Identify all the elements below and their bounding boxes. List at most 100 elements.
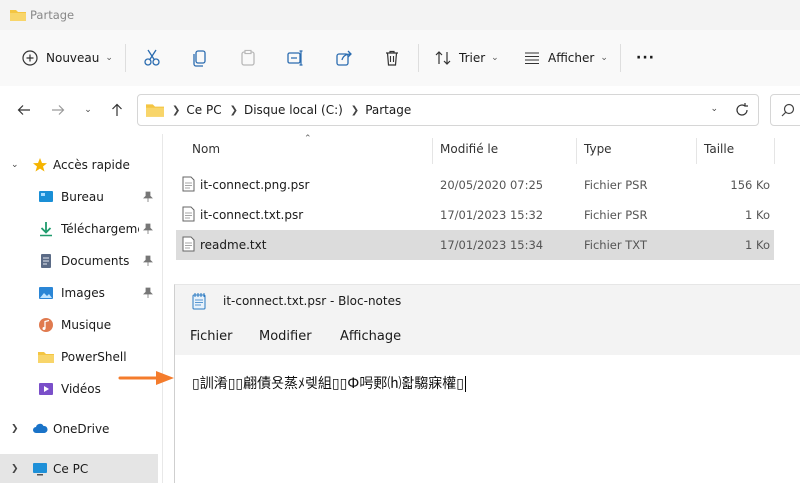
search-input[interactable]: [770, 94, 800, 126]
file-type: Fichier TXT: [584, 238, 647, 252]
table-row[interactable]: it-connect.png.psr 20/05/2020 07:25 Fich…: [176, 170, 774, 200]
pin-icon: [143, 255, 153, 266]
chevron-down-icon: ⌄: [600, 53, 608, 63]
sidebar-divider: [162, 134, 163, 483]
sidebar-item-label: Bureau: [61, 190, 104, 204]
notepad-icon: [192, 293, 206, 310]
file-name: it-connect.png.psr: [200, 178, 310, 192]
address-bar[interactable]: ❯ Ce PC ❯ Disque local (C:) ❯ Partage ⌄: [137, 94, 759, 126]
menu-edit[interactable]: Modifier: [259, 329, 312, 344]
column-separator: [432, 138, 433, 164]
delete-icon[interactable]: [381, 47, 403, 69]
recent-locations-icon[interactable]: ⌄: [78, 100, 98, 120]
sidebar-item-quick-access[interactable]: ⌄ Accès rapide: [0, 150, 158, 180]
pin-icon: [143, 287, 153, 298]
column-header-name[interactable]: Nom: [192, 142, 220, 164]
notepad-window: it-connect.txt.psr - Bloc-notes Fichier …: [174, 284, 800, 483]
music-icon: [39, 318, 53, 332]
breadcrumb-local-disk[interactable]: Disque local (C:): [244, 103, 343, 117]
sidebar-item-bureau[interactable]: Bureau: [0, 182, 158, 212]
column-header-size[interactable]: Taille: [704, 142, 734, 164]
menu-view[interactable]: Affichage: [340, 329, 401, 344]
notepad-content-line: ▯訓淆▯▯翩債욧蒸ﾒ렞組▯▯Ф呺郠⒣홟騶寐權▯: [192, 373, 466, 393]
chevron-down-icon: ⌄: [491, 53, 499, 63]
chevron-down-icon: ⌄: [105, 53, 113, 63]
cut-icon[interactable]: [141, 47, 163, 69]
window-title: Partage: [30, 8, 75, 22]
sidebar-item-downloads[interactable]: Téléchargements: [0, 214, 158, 244]
up-icon[interactable]: [107, 100, 127, 120]
share-icon[interactable]: [333, 47, 355, 69]
notepad-menu-bar: Fichier Modifier Affichage: [175, 317, 800, 355]
chevron-right-icon[interactable]: ❯: [11, 424, 19, 434]
menu-file[interactable]: Fichier: [190, 329, 233, 344]
view-list-icon: [525, 52, 539, 65]
chevron-right-icon: ❯: [172, 104, 181, 116]
file-size: 156 Ko: [730, 178, 770, 192]
chevron-down-icon[interactable]: ⌄: [11, 160, 19, 170]
column-separator: [696, 138, 697, 164]
sidebar-item-label: Documents: [61, 254, 130, 268]
sidebar-item-label: PowerShell: [61, 350, 127, 364]
sidebar-item-label: Ce PC: [53, 462, 89, 476]
cloud-icon: [33, 423, 48, 433]
refresh-icon[interactable]: [734, 102, 750, 118]
folder-icon: [10, 10, 26, 21]
sort-indicator-icon: ⌃: [304, 134, 312, 144]
sidebar-item-documents[interactable]: Documents: [0, 246, 158, 276]
sidebar-item-label: OneDrive: [53, 422, 110, 436]
chevron-right-icon: ❯: [229, 104, 238, 116]
file-icon: [182, 176, 195, 192]
column-header-modified[interactable]: Modifié le: [440, 142, 498, 164]
text-file-icon: [182, 236, 195, 252]
plus-circle-icon: [22, 50, 38, 66]
notepad-title: it-connect.txt.psr - Bloc-notes: [223, 294, 402, 308]
rename-icon[interactable]: [284, 47, 306, 69]
forward-icon[interactable]: [48, 100, 68, 120]
table-row[interactable]: it-connect.txt.psr 17/01/2023 15:32 Fich…: [176, 200, 774, 230]
sort-button[interactable]: Trier ⌄: [434, 44, 499, 72]
sidebar-item-onedrive[interactable]: ❯ OneDrive: [0, 414, 158, 444]
command-bar: Nouveau ⌄ Trier ⌄ Afficher ⌄ ···: [0, 30, 800, 86]
notepad-content: ▯訓淆▯▯翩債욧蒸ﾒ렞組▯▯Ф呺郠⒣홟騶寐權▯: [192, 376, 464, 392]
desktop-icon: [39, 191, 53, 202]
toolbar-separator: [620, 44, 621, 72]
file-modified: 17/01/2023 15:32: [440, 208, 544, 222]
sidebar-item-label: Images: [61, 286, 105, 300]
sidebar-item-images[interactable]: Images: [0, 278, 158, 308]
view-button[interactable]: Afficher ⌄: [524, 44, 608, 72]
sidebar-item-label: Téléchargements: [61, 222, 139, 236]
new-button-label: Nouveau: [46, 51, 100, 65]
file-type: Fichier PSR: [584, 178, 648, 192]
search-icon: [781, 103, 795, 117]
file-type: Fichier PSR: [584, 208, 648, 222]
text-caret: [464, 376, 466, 392]
paste-icon[interactable]: [237, 47, 259, 69]
video-icon: [39, 383, 53, 395]
more-options-button[interactable]: ···: [636, 44, 655, 72]
breadcrumb-partage[interactable]: Partage: [365, 103, 411, 117]
back-icon[interactable]: [14, 100, 34, 120]
sidebar-item-label: Musique: [61, 318, 112, 332]
download-icon: [40, 222, 52, 237]
address-dropdown-icon[interactable]: ⌄: [710, 104, 718, 114]
file-size: 1 Ko: [745, 208, 770, 222]
column-header-type[interactable]: Type: [584, 142, 612, 164]
documents-icon: [41, 254, 51, 268]
chevron-right-icon[interactable]: ❯: [11, 464, 19, 474]
star-icon: [33, 158, 47, 172]
sidebar-item-music[interactable]: Musique: [0, 310, 158, 340]
file-modified: 20/05/2020 07:25: [440, 178, 544, 192]
breadcrumb-this-pc[interactable]: Ce PC: [186, 103, 221, 117]
table-row-selected[interactable]: readme.txt 17/01/2023 15:34 Fichier TXT …: [176, 230, 774, 260]
file-size: 1 Ko: [745, 238, 770, 252]
file-name: readme.txt: [200, 238, 267, 252]
sidebar-item-label: Accès rapide: [53, 158, 130, 172]
copy-icon[interactable]: [189, 47, 211, 69]
sidebar-item-this-pc[interactable]: ❯ Ce PC: [0, 454, 158, 483]
sort-icon: [435, 51, 451, 65]
notepad-text-area[interactable]: ▯訓淆▯▯翩債욧蒸ﾒ렞組▯▯Ф呺郠⒣홟騶寐權▯: [175, 355, 800, 483]
file-name: it-connect.txt.psr: [200, 208, 304, 222]
new-button[interactable]: Nouveau ⌄: [22, 44, 113, 72]
column-separator: [576, 138, 577, 164]
